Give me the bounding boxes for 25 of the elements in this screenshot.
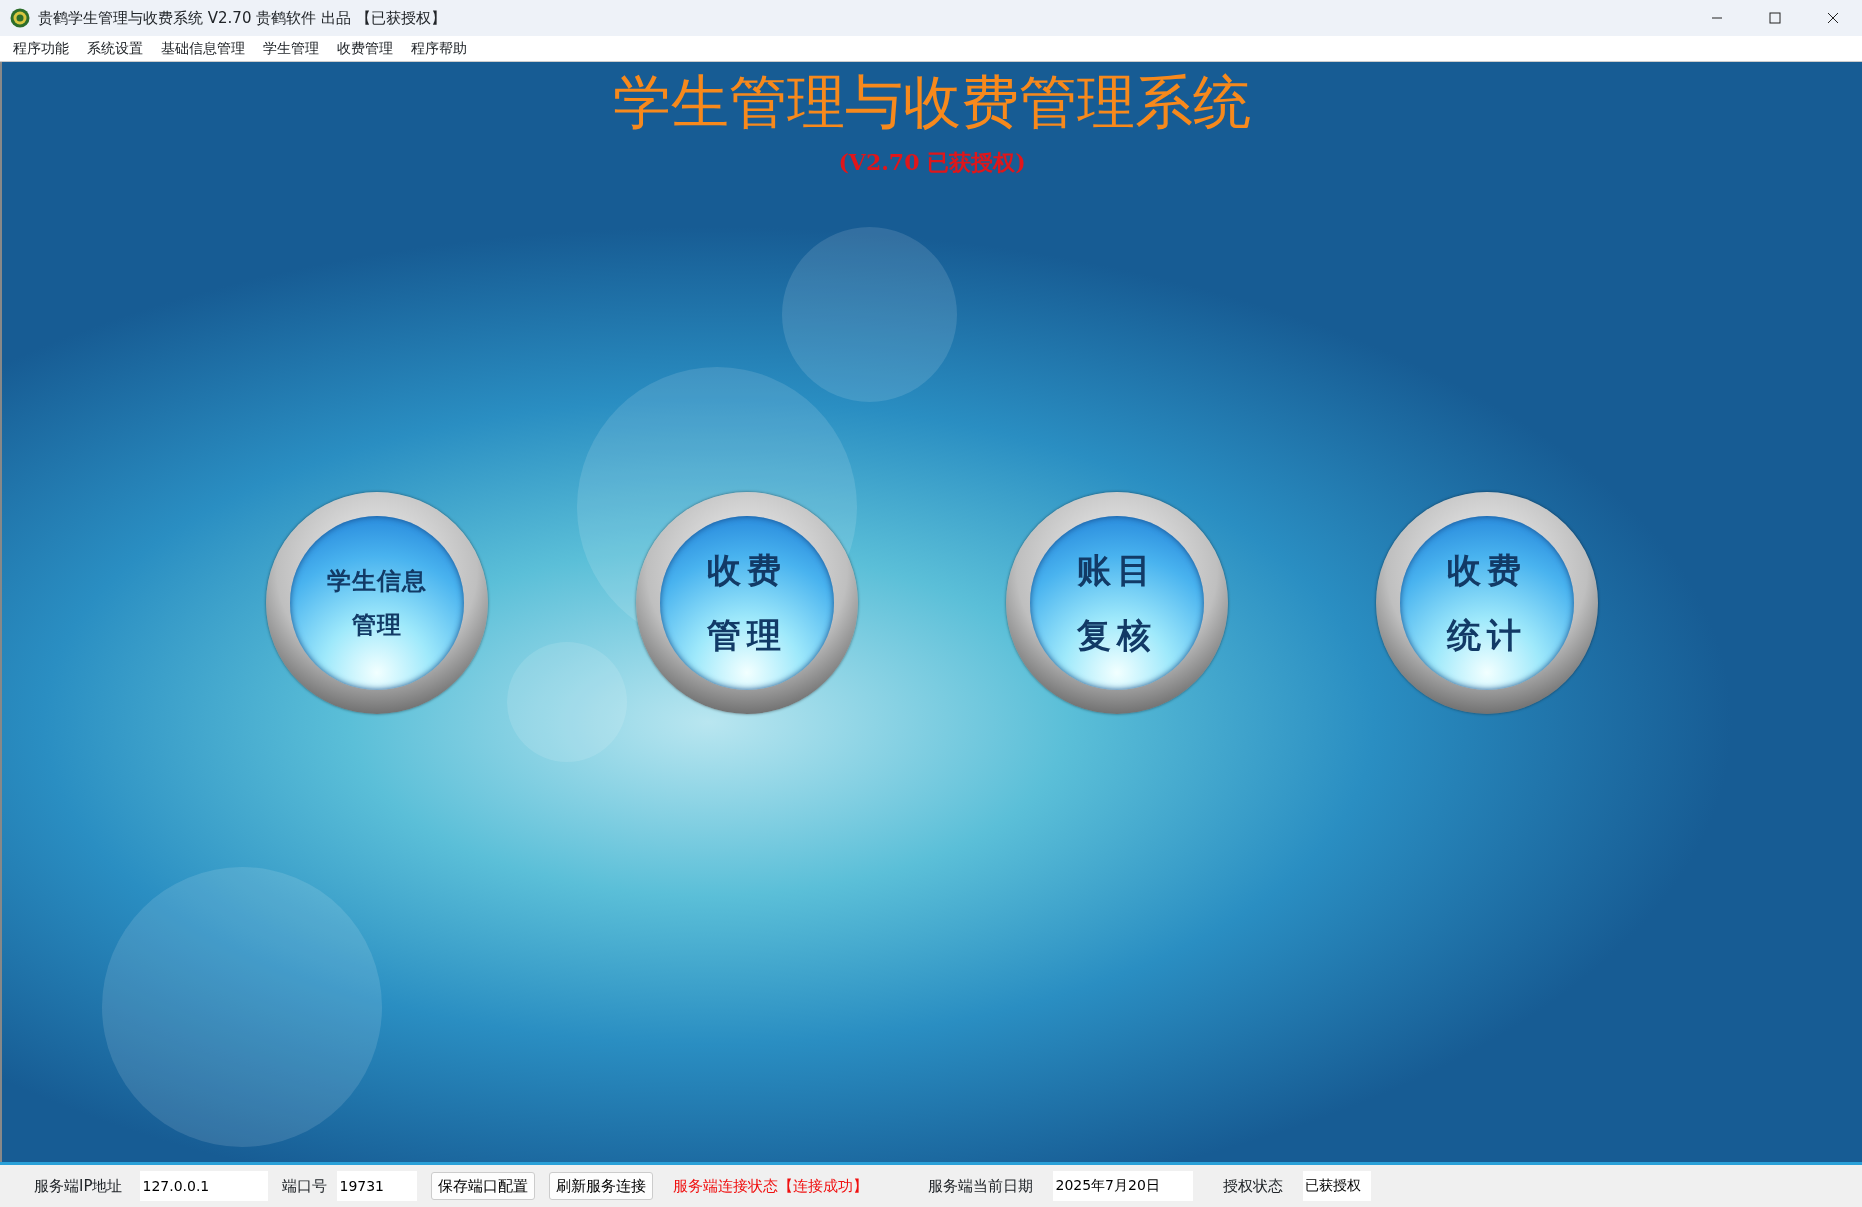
text-field[interactable]: 19731 bbox=[337, 1171, 418, 1201]
version-subtitle: (V2.70 已获授权) bbox=[837, 147, 1027, 177]
field-label: 授权状态 bbox=[1223, 1175, 1284, 1197]
text-field[interactable]: 已获授权 bbox=[1303, 1171, 1372, 1201]
round-menu-button[interactable]: 收费 管理 bbox=[636, 492, 858, 714]
text-field[interactable]: 2025年7月20日 bbox=[1053, 1171, 1194, 1201]
action-button[interactable]: 保存端口配置 bbox=[431, 1171, 536, 1201]
menu-item[interactable]: 基础信息管理 bbox=[152, 38, 254, 59]
menu-item[interactable]: 程序帮助 bbox=[402, 38, 476, 59]
action-button[interactable]: 刷新服务连接 bbox=[549, 1171, 654, 1201]
text-field[interactable]: 127.0.0.1 bbox=[140, 1171, 269, 1201]
round-menu-button[interactable]: 收费 统计 bbox=[1376, 492, 1598, 714]
connection-status: 服务端连接状态【连接成功】 bbox=[673, 1175, 869, 1197]
window-title: 贵鹤学生管理与收费系统 V2.70 贵鹤软件 出品 【已获授权】 bbox=[38, 7, 446, 29]
menu-item[interactable]: 收费管理 bbox=[328, 38, 402, 59]
field-label: 服务端当前日期 bbox=[928, 1175, 1034, 1197]
round-menu-button[interactable]: 账目 复核 bbox=[1006, 492, 1228, 714]
round-menu-button[interactable]: 学生信息 管理 bbox=[266, 492, 488, 714]
menu-item[interactable]: 系统设置 bbox=[78, 38, 152, 59]
main-title: 学生管理与收费管理系统 bbox=[612, 68, 1252, 138]
field-label: 端口号 bbox=[282, 1175, 328, 1197]
menu-item[interactable]: 学生管理 bbox=[254, 38, 328, 59]
field-label: 服务端IP地址 bbox=[34, 1175, 123, 1197]
app-logo-icon bbox=[10, 8, 30, 28]
menu-item[interactable]: 程序功能 bbox=[4, 38, 78, 59]
